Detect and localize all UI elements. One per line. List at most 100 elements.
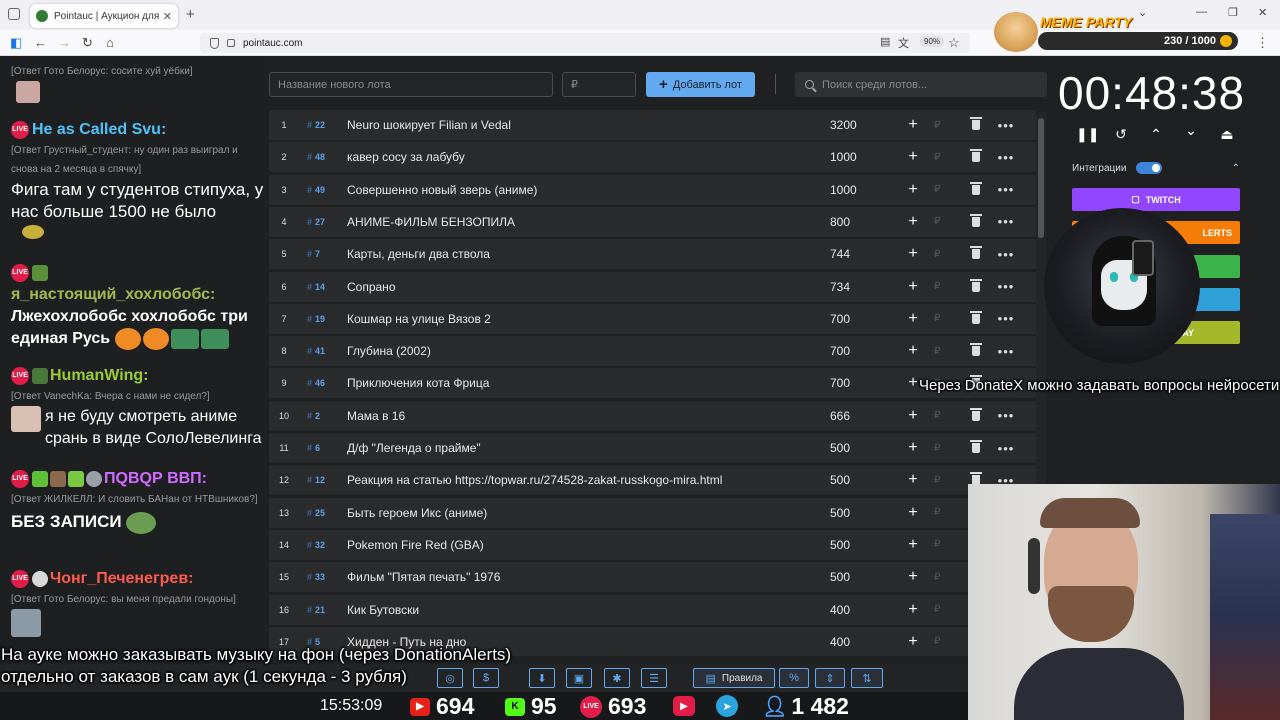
amount-input[interactable]: ₽ bbox=[924, 507, 960, 518]
clear-list-icon[interactable]: ☰ bbox=[641, 668, 667, 688]
add-amount-icon[interactable]: + bbox=[902, 278, 924, 296]
lot-name[interactable]: Реакция на статью https://topwar.ru/2745… bbox=[347, 473, 830, 487]
amount-input[interactable]: ₽ bbox=[924, 346, 960, 357]
bug-icon[interactable]: ✱ bbox=[604, 668, 630, 688]
delete-lot-button[interactable] bbox=[960, 213, 992, 227]
more-options-icon[interactable]: ••• bbox=[992, 408, 1020, 423]
integrations-toggle[interactable] bbox=[1136, 162, 1163, 174]
lot-row[interactable]: 3 #49 Совершенно новый зверь (аниме) 1000 + ₽… bbox=[269, 174, 1036, 205]
chevron-down-icon[interactable]: ⌄ bbox=[1181, 122, 1201, 139]
lot-row[interactable]: 6 #14 Сопрано 734 + ₽ ••• bbox=[269, 271, 1036, 302]
delete-lot-button[interactable] bbox=[960, 181, 992, 195]
lot-row[interactable]: 5 #7 Карты, деньги два ствола 744 + ₽ ••• bbox=[269, 239, 1036, 270]
delete-lot-button[interactable] bbox=[960, 117, 992, 130]
lot-name[interactable]: кавер сосу за лабубу bbox=[347, 150, 830, 164]
add-amount-icon[interactable]: + bbox=[902, 213, 924, 231]
add-amount-icon[interactable]: + bbox=[902, 471, 924, 489]
more-options-icon[interactable]: ••• bbox=[992, 182, 1020, 197]
lot-row[interactable]: 12 #12 Реакция на статью https://topwar.ru… bbox=[269, 465, 1036, 496]
add-amount-icon[interactable]: + bbox=[902, 536, 924, 554]
lot-name[interactable]: Pokemon Fire Red (GBA) bbox=[347, 538, 830, 552]
more-options-icon[interactable]: ••• bbox=[992, 344, 1020, 359]
lot-search[interactable] bbox=[795, 72, 1047, 97]
amount-input[interactable]: ₽ bbox=[924, 410, 960, 421]
pause-icon[interactable]: ❚❚ bbox=[1076, 126, 1099, 143]
twitch-integration-button[interactable]: ▢ TWITCH bbox=[1072, 188, 1240, 211]
sort-icon[interactable]: ⇅ bbox=[851, 668, 883, 688]
lot-name[interactable]: Карты, деньги два ствола bbox=[347, 247, 830, 261]
save-icon[interactable]: ▣ bbox=[566, 668, 592, 688]
more-options-icon[interactable]: ••• bbox=[992, 441, 1020, 456]
lot-name[interactable]: Сопрано bbox=[347, 280, 830, 294]
lot-name[interactable]: АНИМЕ-ФИЛЬМ БЕНЗОПИЛА bbox=[347, 215, 830, 229]
amount-input[interactable]: ₽ bbox=[924, 313, 960, 324]
more-options-icon[interactable]: ••• bbox=[992, 150, 1020, 165]
lot-name[interactable]: Приключения кота Фрица bbox=[347, 376, 830, 390]
amount-input[interactable]: ₽ bbox=[924, 249, 960, 260]
delete-lot-button[interactable] bbox=[960, 278, 992, 292]
amount-input[interactable]: ₽ bbox=[924, 475, 960, 486]
translate-icon[interactable]: 文 bbox=[898, 35, 909, 51]
lot-row[interactable]: 16#21Кик Бутовски400+₽••• bbox=[269, 594, 1036, 625]
url-bar[interactable]: pointauc.com bbox=[200, 33, 970, 53]
lot-search-input[interactable] bbox=[822, 78, 1032, 91]
delete-lot-button[interactable] bbox=[960, 343, 992, 357]
donate-dollar-icon[interactable]: $ bbox=[473, 668, 499, 688]
add-amount-icon[interactable]: + bbox=[902, 633, 924, 651]
add-amount-icon[interactable]: + bbox=[902, 504, 924, 522]
rules-button[interactable]: ▤ Правила bbox=[693, 668, 775, 688]
add-amount-icon[interactable]: + bbox=[902, 407, 924, 425]
add-amount-icon[interactable]: + bbox=[902, 116, 924, 134]
delete-lot-button[interactable] bbox=[960, 440, 992, 453]
lot-name[interactable]: Фильм "Пятая печать" 1976 bbox=[347, 570, 830, 584]
scrollbar-thumb[interactable] bbox=[1038, 118, 1044, 238]
amount-input[interactable]: ₽ bbox=[924, 184, 960, 195]
add-amount-icon[interactable]: + bbox=[902, 342, 924, 360]
amount-input[interactable]: ₽ bbox=[924, 636, 960, 647]
delete-lot-button[interactable] bbox=[960, 310, 992, 324]
shield-icon[interactable] bbox=[210, 37, 219, 49]
more-options-icon[interactable]: ••• bbox=[992, 279, 1020, 294]
more-options-icon[interactable]: ••• bbox=[992, 311, 1020, 326]
reload-icon[interactable]: ↻ bbox=[82, 35, 93, 51]
tab-list-icon[interactable] bbox=[8, 8, 20, 20]
lot-row[interactable]: 13#25Быть героем Икс (аниме)500+₽••• bbox=[269, 497, 1036, 528]
amount-input[interactable]: ₽ bbox=[924, 152, 960, 163]
lot-row[interactable]: 11 #6 Д/ф "Легенда о прайме" 500 + ₽ ••• bbox=[269, 433, 1036, 463]
chevron-up-icon[interactable]: ⌃ bbox=[1146, 126, 1166, 143]
lot-row[interactable]: 8 #41 Глубина (2002) 700 + ₽ ••• bbox=[269, 336, 1036, 367]
lot-row[interactable]: 14#32Pokemon Fire Red (GBA)500+₽••• bbox=[269, 529, 1036, 560]
amount-input[interactable]: ₽ bbox=[924, 281, 960, 292]
eject-icon[interactable]: ⏏ bbox=[1217, 126, 1237, 143]
lot-row[interactable]: 4 #27 АНИМЕ-ФИЛЬМ БЕНЗОПИЛА 800 + ₽ ••• bbox=[269, 206, 1036, 237]
lot-name[interactable]: Совершенно новый зверь (аниме) bbox=[347, 183, 830, 197]
lock-icon[interactable] bbox=[227, 39, 235, 47]
amount-input[interactable]: ₽ bbox=[924, 443, 960, 454]
integrations-header[interactable]: Интеграции ⌃ bbox=[1064, 156, 1248, 180]
lot-row[interactable]: 2 #48 кавер сосу за лабубу 1000 + ₽ ••• bbox=[269, 142, 1036, 173]
add-amount-icon[interactable]: + bbox=[902, 148, 924, 166]
lot-row[interactable]: 15#33Фильм "Пятая печать" 1976500+₽••• bbox=[269, 562, 1036, 593]
amount-input[interactable]: ₽ bbox=[924, 572, 960, 583]
add-amount-icon[interactable]: + bbox=[902, 181, 924, 199]
lot-name[interactable]: Neuro шокирует Filian и Vedal bbox=[347, 118, 830, 132]
add-amount-icon[interactable]: + bbox=[902, 439, 924, 457]
add-amount-icon[interactable]: + bbox=[902, 601, 924, 619]
delete-lot-button[interactable] bbox=[960, 149, 992, 163]
reader-view-icon[interactable]: ▤ bbox=[880, 35, 890, 48]
delete-lot-button[interactable] bbox=[960, 407, 992, 421]
menu-icon[interactable]: ⋮ bbox=[1256, 35, 1269, 51]
amount-input[interactable]: ₽ bbox=[924, 120, 960, 131]
browser-tab[interactable]: Pointauc | Аукцион для стримеров ✕ bbox=[30, 4, 178, 28]
amount-input[interactable]: ₽ bbox=[924, 539, 960, 550]
lot-row[interactable]: 10 #2 Мама в 16 666 + ₽ ••• bbox=[269, 400, 1036, 431]
lot-name[interactable]: Быть героем Икс (аниме) bbox=[347, 506, 830, 520]
percent-icon[interactable]: % bbox=[779, 668, 809, 688]
lot-name[interactable]: Глубина (2002) bbox=[347, 344, 830, 358]
lot-row[interactable]: 1 #22 Neuro шокирует Filian и Vedal 3200 + ₽ •… bbox=[269, 110, 1036, 140]
add-amount-icon[interactable]: + bbox=[902, 245, 924, 263]
chevron-up-icon[interactable]: ⌃ bbox=[1232, 163, 1240, 174]
reset-icon[interactable]: ↺ bbox=[1111, 126, 1131, 143]
github-icon[interactable]: ◎ bbox=[437, 668, 463, 688]
new-lot-amount-input[interactable] bbox=[562, 72, 636, 97]
